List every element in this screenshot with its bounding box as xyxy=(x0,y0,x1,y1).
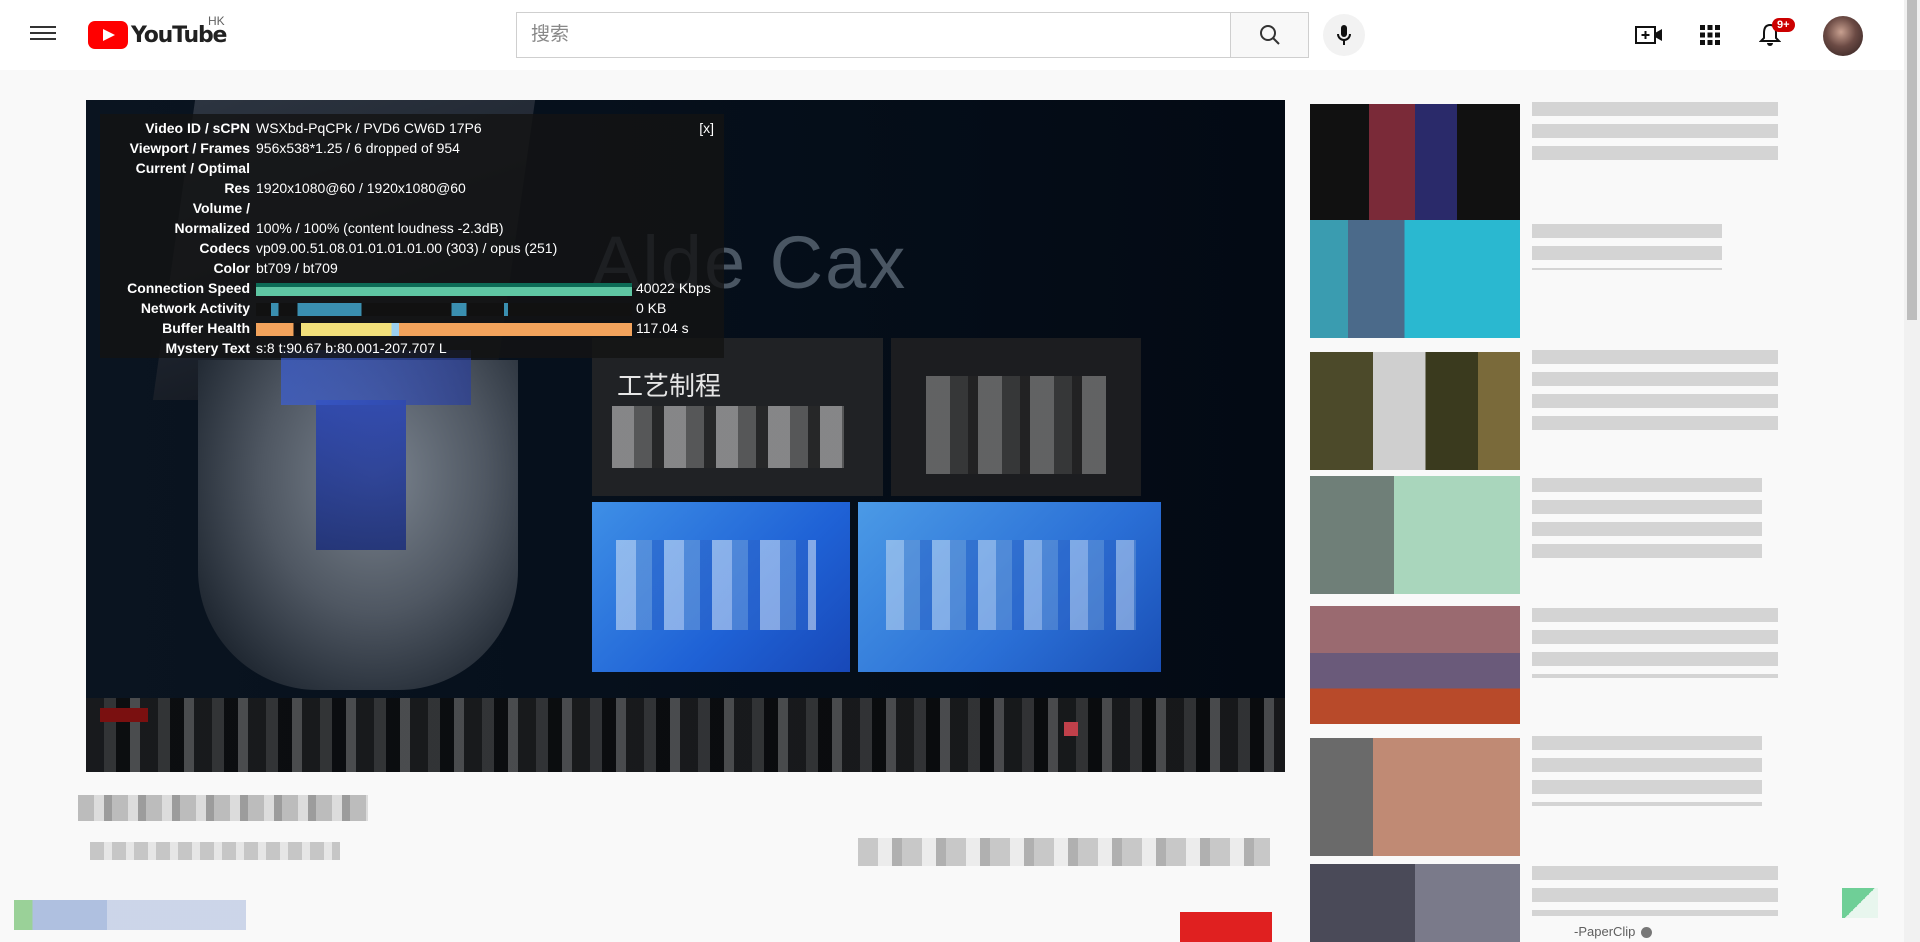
floating-widget-icon[interactable] xyxy=(1842,888,1878,918)
player-controls-blurred[interactable] xyxy=(86,698,1285,772)
sidebar-thumbnail[interactable] xyxy=(1310,220,1520,338)
stat-key: Mystery Text xyxy=(165,340,250,356)
stat-value: bt709 / bt709 xyxy=(256,260,338,276)
stat-value: s:8 t:90.67 b:80.001-207.707 L xyxy=(256,340,447,356)
avatar[interactable] xyxy=(1823,16,1863,56)
stat-row-network-activity: Network Activity 0 KB xyxy=(100,300,724,320)
stat-key: Volume / xyxy=(192,200,250,216)
panel-label: 工艺制程 xyxy=(617,372,722,402)
search-input[interactable] xyxy=(517,13,1230,57)
sidebar-text-blurred[interactable] xyxy=(1532,736,1762,806)
video-title-blurred xyxy=(78,795,368,821)
stat-row-video-id: Video ID / sCPN WSXbd-PqCPk / PVD6 CW6D … xyxy=(100,120,724,140)
mic-icon xyxy=(1337,25,1351,45)
panel-blurred-text-left xyxy=(612,406,844,468)
video-meta-blurred xyxy=(90,842,340,860)
youtube-logo[interactable]: YouTube HK xyxy=(88,14,227,50)
stat-key: Color xyxy=(213,260,250,276)
stat-key: Video ID / sCPN xyxy=(145,120,250,136)
connection-speed-graph xyxy=(256,283,632,296)
panel-blurred-text-right xyxy=(926,376,1106,474)
search-box[interactable] xyxy=(516,12,1230,58)
stat-key: Network Activity xyxy=(140,300,250,316)
stats-for-nerds-panel: [x] Video ID / sCPN WSXbd-PqCPk / PVD6 C… xyxy=(100,114,724,358)
stat-row-current-optimal: Current / Optimal xyxy=(100,160,724,180)
stat-value: WSXbd-PqCPk / PVD6 CW6D 17P6 xyxy=(256,120,482,136)
channel-row-blurred[interactable] xyxy=(14,900,246,930)
sidebar-text-blurred[interactable] xyxy=(1532,350,1778,430)
network-activity-graph xyxy=(256,303,632,316)
menu-icon[interactable] xyxy=(30,22,56,46)
channel-name-text: -PaperClip xyxy=(1574,924,1636,939)
sidebar-text-blurred[interactable] xyxy=(1532,224,1722,270)
stat-row-codecs: Codecs vp09.00.51.08.01.01.01.01.00 (303… xyxy=(100,240,724,260)
stat-value: 0 KB xyxy=(636,300,667,316)
stat-row-connection-speed: Connection Speed 40022 Kbps xyxy=(100,280,724,300)
stat-value: 40022 Kbps xyxy=(636,280,711,296)
scrollbar-thumb[interactable] xyxy=(1907,0,1917,320)
apps-grid-icon xyxy=(1700,25,1720,45)
stat-key: Current / Optimal xyxy=(135,160,250,176)
voice-search-button[interactable] xyxy=(1323,14,1365,56)
stat-value: 100% / 100% (content loudness -2.3dB) xyxy=(256,220,504,236)
create-video-icon xyxy=(1635,26,1662,44)
search-button[interactable] xyxy=(1230,12,1309,58)
blue-blurred-text-right xyxy=(886,540,1136,630)
blue-blurred-text-left xyxy=(616,540,816,630)
sidebar-thumbnail[interactable] xyxy=(1310,352,1520,470)
sidebar-channel-name[interactable]: -PaperClip xyxy=(1574,924,1653,939)
stat-row-normalized: Normalized 100% / 100% (content loudness… xyxy=(100,220,724,240)
subscribe-button-blurred[interactable] xyxy=(1180,912,1272,942)
stat-key: Codecs xyxy=(199,240,250,256)
stat-value: 1920x1080@60 / 1920x1080@60 xyxy=(256,180,466,196)
stat-key: Normalized xyxy=(174,220,250,236)
sidebar-text-blurred[interactable] xyxy=(1532,608,1778,678)
sidebar-text-blurred[interactable] xyxy=(1532,866,1778,916)
stat-row-buffer-health: Buffer Health 117.04 s xyxy=(100,320,724,340)
settings-badge xyxy=(1064,722,1078,736)
stat-row-viewport: Viewport / Frames 956x538*1.25 / 6 dropp… xyxy=(100,140,724,160)
buffer-health-graph xyxy=(256,323,632,336)
notification-badge: 9+ xyxy=(1772,18,1795,32)
region-code: HK xyxy=(208,14,225,28)
stat-value: vp09.00.51.08.01.01.01.01.00 (303) / opu… xyxy=(256,240,558,256)
search-icon xyxy=(1259,25,1280,45)
sidebar-thumbnail[interactable] xyxy=(1310,606,1520,724)
stat-value: 117.04 s xyxy=(636,320,689,336)
sidebar-thumbnail[interactable] xyxy=(1310,476,1520,594)
top-bar: YouTube HK 9+ xyxy=(0,0,1920,70)
stat-value: 956x538*1.25 / 6 dropped of 954 xyxy=(256,140,460,156)
sidebar-thumbnail[interactable] xyxy=(1310,738,1520,856)
video-actions-blurred[interactable] xyxy=(858,838,1270,866)
sidebar-text-blurred[interactable] xyxy=(1532,102,1778,162)
apps-button[interactable] xyxy=(1695,20,1725,50)
create-video-button[interactable] xyxy=(1634,20,1664,50)
progress-bar-played[interactable] xyxy=(100,708,148,722)
stat-key: Viewport / Frames xyxy=(129,140,250,156)
stat-row-res: Res 1920x1080@60 / 1920x1080@60 xyxy=(100,180,724,200)
stat-row-mystery-text: Mystery Text s:8 t:90.67 b:80.001-207.70… xyxy=(100,340,724,360)
sidebar-thumbnail[interactable] xyxy=(1310,864,1520,942)
youtube-logo-icon xyxy=(88,21,128,49)
sidebar-text-blurred[interactable] xyxy=(1532,478,1762,558)
stat-key: Connection Speed xyxy=(127,280,250,296)
video-player[interactable]: Alde Cax 工艺制程 [x] Video ID / sCPN WSXbd-… xyxy=(86,100,1285,772)
page-scrollbar[interactable] xyxy=(1904,0,1920,942)
verified-icon xyxy=(1641,927,1653,939)
stat-key: Buffer Health xyxy=(162,320,250,336)
stat-key: Res xyxy=(224,180,250,196)
sidebar-thumbnail[interactable] xyxy=(1310,104,1520,222)
stat-row-volume: Volume / xyxy=(100,200,724,220)
chip-highlight xyxy=(316,400,406,550)
stat-row-color: Color bt709 / bt709 xyxy=(100,260,724,280)
